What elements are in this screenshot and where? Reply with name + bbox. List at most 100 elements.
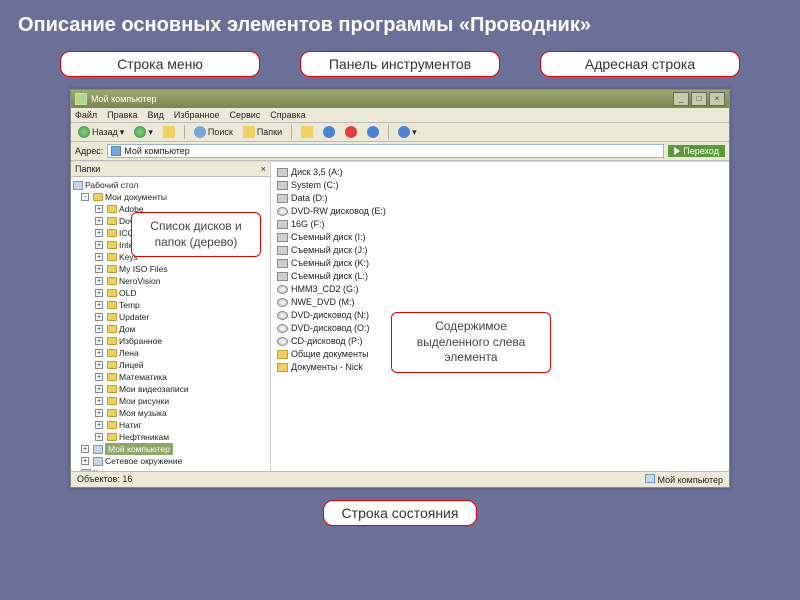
- menu-view[interactable]: Вид: [148, 110, 164, 120]
- expand-icon[interactable]: +: [95, 253, 103, 261]
- tree-item[interactable]: +Моя музыка: [73, 407, 268, 419]
- expand-icon[interactable]: +: [95, 349, 103, 357]
- tool-btn[interactable]: [320, 125, 338, 139]
- tree-item[interactable]: +Нефтяникам: [73, 431, 268, 443]
- tree-item-label: Избранное: [119, 335, 162, 347]
- expand-icon[interactable]: +: [95, 337, 103, 345]
- up-button[interactable]: [160, 125, 178, 139]
- expand-icon[interactable]: +: [95, 205, 103, 213]
- tree-my-computer[interactable]: Мой компьютер: [105, 443, 173, 455]
- callout-row-bottom: Строка состояния: [0, 496, 800, 534]
- close-button[interactable]: ×: [709, 92, 725, 106]
- maximize-button[interactable]: □: [691, 92, 707, 106]
- expand-icon[interactable]: +: [95, 397, 103, 405]
- tree-item[interactable]: +Лицей: [73, 359, 268, 371]
- collapse-icon[interactable]: -: [81, 193, 89, 201]
- tree-item[interactable]: +Натиг: [73, 419, 268, 431]
- forward-icon: [134, 126, 146, 138]
- folder-icon: [93, 193, 103, 201]
- menu-edit[interactable]: Правка: [107, 110, 137, 120]
- tree-item[interactable]: +OLD: [73, 287, 268, 299]
- folders-button[interactable]: Папки: [240, 125, 285, 139]
- expand-icon[interactable]: +: [95, 301, 103, 309]
- expand-icon[interactable]: +: [95, 289, 103, 297]
- drive-label: 16G (F:): [291, 218, 325, 231]
- tree-item[interactable]: +Дом: [73, 323, 268, 335]
- tree-item[interactable]: + Избранное: [73, 335, 268, 347]
- expand-icon[interactable]: +: [95, 217, 103, 225]
- tree-network[interactable]: Сетевое окружение: [105, 455, 182, 467]
- expand-icon[interactable]: +: [95, 361, 103, 369]
- address-input[interactable]: Мой компьютер: [107, 144, 664, 158]
- tree-my-documents[interactable]: Мои документы: [105, 191, 167, 203]
- expand-icon[interactable]: +: [95, 421, 103, 429]
- expand-icon[interactable]: +: [81, 445, 89, 453]
- tree-item[interactable]: +Лена: [73, 347, 268, 359]
- drive-item[interactable]: HMM3_CD2 (G:): [277, 283, 723, 296]
- network-icon: [93, 457, 103, 466]
- back-button[interactable]: Назад ▾: [75, 125, 127, 139]
- expand-icon[interactable]: +: [95, 241, 103, 249]
- drive-item[interactable]: Съемный диск (I:): [277, 231, 723, 244]
- tree-item[interactable]: +Updater: [73, 311, 268, 323]
- go-button[interactable]: Переход: [668, 145, 725, 157]
- tree-item[interactable]: +My ISO Files: [73, 263, 268, 275]
- views-button[interactable]: ▾: [395, 125, 420, 139]
- tree-root[interactable]: Рабочий стол: [85, 179, 138, 191]
- tree-close-button[interactable]: ×: [261, 164, 266, 174]
- drive-item[interactable]: DVD-RW дисковод (E:): [277, 205, 723, 218]
- tree-item[interactable]: + Мои видеозаписи: [73, 383, 268, 395]
- drive-item[interactable]: 16G (F:): [277, 218, 723, 231]
- titlebar[interactable]: Мой компьютер _ □ ×: [71, 90, 729, 108]
- expand-icon[interactable]: +: [95, 325, 103, 333]
- expand-icon[interactable]: +: [95, 229, 103, 237]
- tree-item[interactable]: + NeroVision: [73, 275, 268, 287]
- drive-item[interactable]: Съемный диск (K:): [277, 257, 723, 270]
- drive-item[interactable]: System (C:): [277, 179, 723, 192]
- menu-favorites[interactable]: Избранное: [174, 110, 220, 120]
- drive-item[interactable]: NWE_DVD (M:): [277, 296, 723, 309]
- folder-icon: [107, 289, 117, 297]
- menu-file[interactable]: Файл: [75, 110, 97, 120]
- tree-item[interactable]: +Математика: [73, 371, 268, 383]
- folder-icon: [107, 265, 117, 273]
- tree-item-label: Мои видеозаписи: [119, 383, 189, 395]
- tree-item-label: NeroVision: [119, 275, 160, 287]
- expand-icon[interactable]: +: [95, 385, 103, 393]
- drive-icon: [277, 272, 288, 281]
- tree-item[interactable]: +Мои рисунки: [73, 395, 268, 407]
- expand-icon[interactable]: +: [95, 373, 103, 381]
- go-label: Переход: [683, 146, 719, 156]
- callout-content: Содержимое выделенного слева элемента: [391, 312, 551, 373]
- tree-item[interactable]: +Temp: [73, 299, 268, 311]
- forward-button[interactable]: ▾: [131, 125, 156, 139]
- tool-btn[interactable]: [342, 125, 360, 139]
- expand-icon[interactable]: +: [95, 409, 103, 417]
- expand-icon[interactable]: +: [95, 313, 103, 321]
- drive-label: Съемный диск (L:): [291, 270, 368, 283]
- tool-icon: [301, 126, 313, 138]
- expand-icon[interactable]: +: [95, 265, 103, 273]
- content-area: Папки × Рабочий стол -Мои документы +Ado…: [71, 161, 729, 471]
- expand-icon[interactable]: +: [81, 457, 89, 465]
- drive-item[interactable]: Диск 3,5 (A:): [277, 166, 723, 179]
- drive-item[interactable]: Съемный диск (L:): [277, 270, 723, 283]
- search-button[interactable]: Поиск: [191, 125, 236, 139]
- minimize-button[interactable]: _: [673, 92, 689, 106]
- tool-btn[interactable]: [364, 125, 382, 139]
- menu-help[interactable]: Справка: [270, 110, 305, 120]
- folder-icon: [107, 229, 117, 237]
- expand-icon[interactable]: +: [95, 277, 103, 285]
- tree-header: Папки ×: [71, 162, 270, 177]
- folder-icon: [107, 373, 117, 381]
- tree-trash[interactable]: Корзина: [93, 467, 125, 471]
- tool-btn[interactable]: [298, 125, 316, 139]
- callout-toolbar: Панель инструментов: [300, 51, 500, 77]
- delete-icon: [345, 126, 357, 138]
- menu-tools[interactable]: Сервис: [229, 110, 260, 120]
- drive-item[interactable]: Data (D:): [277, 192, 723, 205]
- content-pane[interactable]: Диск 3,5 (A:)System (C:)Data (D:)DVD-RW …: [271, 162, 729, 471]
- drive-item[interactable]: Съемный диск (J:): [277, 244, 723, 257]
- callout-row-top: Строка меню Панель инструментов Адресная…: [0, 47, 800, 85]
- expand-icon[interactable]: +: [95, 433, 103, 441]
